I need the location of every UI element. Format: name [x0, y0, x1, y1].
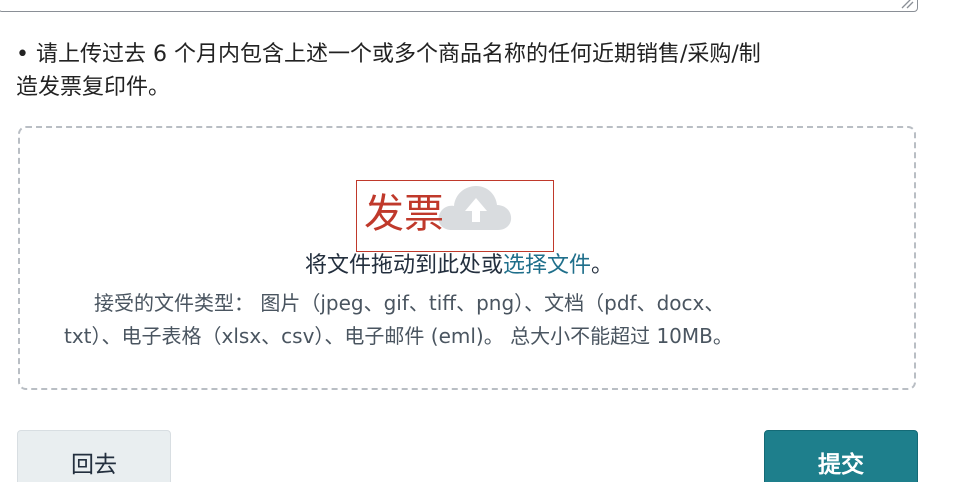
drop-text-prefix: 将文件拖动到此处或	[304, 253, 503, 278]
annotation-label: 发票	[364, 191, 444, 237]
upload-instruction: • 请上传过去 6 个月内包含上述一个或多个商品名称的任何近期销售/采购/制 造…	[16, 38, 916, 104]
submit-button[interactable]: 提交	[764, 430, 918, 482]
accepted-file-types: 接受的文件类型： 图片（jpeg、gif、tiff、png）、文档（pdf、do…	[64, 287, 864, 353]
instruction-line-2: 造发票复印件。	[16, 75, 171, 100]
file-types-line-2: txt）、电子表格（xlsx、csv）、电子邮件 (eml)。 总大小不能超过 …	[64, 324, 733, 348]
back-button[interactable]: 回去	[17, 430, 171, 482]
drop-instruction: 将文件拖动到此处或选择文件。	[0, 250, 918, 282]
description-textarea[interactable]	[0, 0, 918, 12]
instruction-line-1: • 请上传过去 6 个月内包含上述一个或多个商品名称的任何近期销售/采购/制	[16, 42, 761, 67]
select-file-link[interactable]: 选择文件	[503, 253, 591, 278]
file-types-line-1: 接受的文件类型： 图片（jpeg、gif、tiff、png）、文档（pdf、do…	[94, 291, 725, 315]
upload-invoice-form: • 请上传过去 6 个月内包含上述一个或多个商品名称的任何近期销售/采购/制 造…	[0, 0, 978, 482]
drop-text-suffix: 。	[591, 253, 614, 278]
resize-handle-icon[interactable]	[900, 0, 914, 9]
